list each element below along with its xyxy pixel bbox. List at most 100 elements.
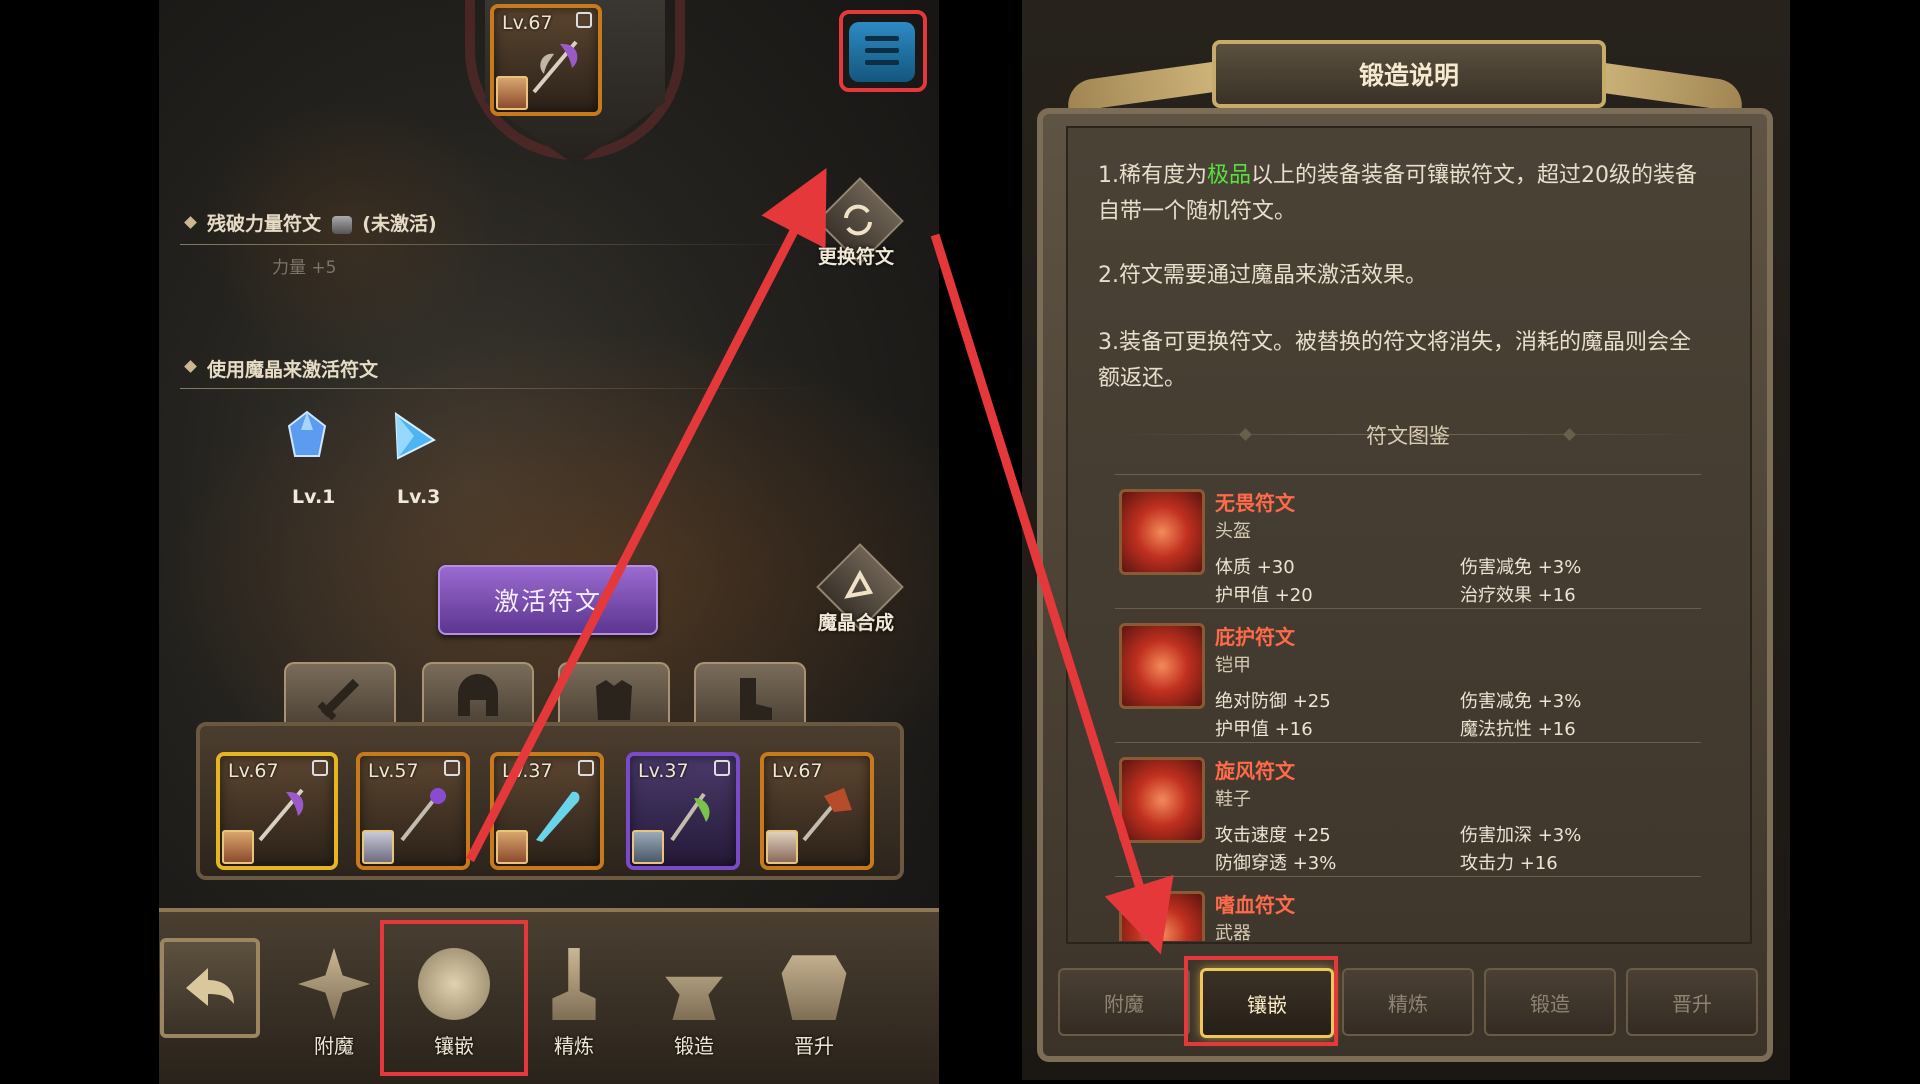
slot-tab-helmet[interactable] [422, 662, 534, 726]
rose-rune-icon [1119, 623, 1205, 709]
rune-name: 残破力量符文 [207, 213, 322, 235]
crystal-lv1-icon[interactable] [285, 410, 329, 462]
codex-title: 符文图鉴 [1366, 424, 1450, 448]
info-paragraph-2: 2.符文需要通过魔晶来激活效果。 [1098, 263, 1427, 288]
hero-avatar [222, 830, 254, 864]
rune-entry: 无畏符文 头盔 体质 +30 伤害减免 +3% 护甲值 +20 治疗效果 +16 [1115, 474, 1701, 609]
slot-tab-boots[interactable] [694, 662, 806, 726]
tab-enchant[interactable]: 附魔 [1058, 968, 1190, 1036]
equipment-level: Lv.37 [638, 760, 689, 782]
sword-icon [317, 678, 360, 721]
activate-rune-button[interactable]: 激活符文 [438, 565, 658, 635]
equipment-card[interactable]: Lv.67 [760, 752, 874, 870]
nav-forge[interactable]: 锻造 [644, 930, 744, 1075]
tab-forge[interactable]: 锻造 [1484, 968, 1616, 1036]
rose-rune-icon [1119, 891, 1205, 941]
rune-stat: 力量 +5 [272, 258, 337, 278]
slot-tab-armor[interactable] [558, 662, 670, 726]
highlight-box [1184, 956, 1338, 1046]
ice-sword-icon [536, 791, 580, 842]
rose-rune-icon [1119, 489, 1205, 575]
lock-icon [444, 760, 460, 776]
info-text: 1.稀有度为 [1098, 163, 1207, 188]
back-button[interactable] [160, 938, 260, 1038]
rune-stat: 护甲值 +20 [1215, 585, 1313, 606]
rune-stat: 绝对防御 +25 [1215, 691, 1331, 712]
nav-refine[interactable]: 精炼 [524, 930, 624, 1075]
rune-stat: 护甲值 +16 [1215, 719, 1313, 740]
forge-icon [665, 976, 723, 1020]
rune-stat: 攻击力 +16 [1460, 853, 1558, 874]
crystal-lv1-label: Lv.1 [292, 486, 336, 508]
rune-status: (未激活) [362, 213, 437, 235]
crystal-lv3-label: Lv.3 [397, 486, 441, 508]
nav-enchant[interactable]: 附魔 [284, 930, 384, 1075]
nav-promote-label: 晋升 [794, 1034, 834, 1058]
armor-icon [596, 680, 632, 720]
axe-weapon-icon [532, 40, 578, 94]
lock-icon [578, 760, 594, 776]
rune-name: 无畏符文 [1215, 491, 1295, 515]
selected-equipment-card[interactable]: Lv.67 [490, 4, 602, 116]
crystal-synthesis-label[interactable]: 魔晶合成 [818, 608, 894, 635]
activate-section-title: 使用魔晶来激活符文 [207, 359, 379, 381]
crystal-lv3-icon[interactable] [392, 410, 436, 462]
lock-icon [312, 760, 328, 776]
nav-refine-label: 精炼 [554, 1034, 594, 1058]
equipment-level: Lv.67 [502, 12, 553, 34]
equipment-level: Lv.67 [228, 760, 279, 782]
rune-slot: 鞋子 [1215, 789, 1251, 810]
staff-weapon-icon [400, 788, 446, 842]
equipment-card[interactable]: Lv.37 [490, 752, 604, 870]
back-arrow-icon [186, 968, 234, 1006]
nav-enchant-label: 附魔 [314, 1034, 354, 1058]
nav-promote[interactable]: 晋升 [764, 930, 864, 1075]
tab-promote[interactable]: 晋升 [1626, 968, 1758, 1036]
rune-stat: 伤害减免 +3% [1460, 557, 1582, 578]
rune-entry: 嗜血符文 武器 [1115, 876, 1701, 941]
rune-stat: 魔法抗性 +16 [1460, 719, 1576, 740]
promote-icon [781, 955, 847, 1020]
equipment-level: Lv.67 [772, 760, 823, 782]
rune-entry: 旋风符文 鞋子 攻击速度 +25 伤害加深 +3% 防御穿透 +3% 攻击力 +… [1115, 742, 1701, 877]
rune-slot: 铠甲 [1215, 655, 1251, 676]
rune-name: 庇护符文 [1215, 625, 1295, 649]
equipment-card[interactable]: Lv.67 [216, 752, 338, 870]
slot-tab-weapon[interactable] [284, 662, 396, 726]
tab-refine[interactable]: 精炼 [1342, 968, 1474, 1036]
equipment-level: Lv.57 [368, 760, 419, 782]
synthesis-icon [844, 569, 874, 599]
helmet-icon [458, 674, 498, 716]
green-axe-icon [670, 792, 710, 842]
highlight-box [380, 920, 528, 1076]
background-glow [159, 330, 939, 750]
rune-name: 嗜血符文 [1215, 893, 1295, 917]
rune-stat: 伤害加深 +3% [1460, 825, 1582, 846]
info-paragraph-3: 3.装备可更换符文。被替换的符文将消失，消耗的魔晶则会全额返还。 [1098, 330, 1691, 391]
rune-stat: 防御穿透 +3% [1215, 853, 1337, 874]
enchant-icon [298, 948, 370, 1020]
forge-info-button[interactable] [849, 22, 915, 82]
rune-slot: 武器 [1215, 923, 1251, 941]
lock-icon [576, 12, 592, 28]
rarity-highlight: 极品 [1207, 163, 1252, 188]
boot-icon [740, 678, 772, 720]
nav-forge-label: 锻造 [674, 1034, 714, 1058]
panel-title: 锻造说明 [1212, 40, 1606, 108]
rune-stat: 攻击速度 +25 [1215, 825, 1331, 846]
equipment-card[interactable]: Lv.37 [626, 752, 740, 870]
rose-rune-icon [1119, 757, 1205, 843]
change-rune-label[interactable]: 更换符文 [818, 242, 894, 269]
rune-entry: 庇护符文 铠甲 绝对防御 +25 伤害减免 +3% 护甲值 +16 魔法抗性 +… [1115, 608, 1701, 743]
rune-stat: 伤害减免 +3% [1460, 691, 1582, 712]
hero-avatar [496, 76, 528, 110]
hero-avatar [766, 830, 798, 864]
codex-divider: 符文图鉴 [1115, 420, 1701, 450]
divider [180, 388, 820, 389]
hero-avatar [362, 830, 394, 864]
refine-icon [552, 948, 596, 1020]
swap-icon [844, 204, 872, 236]
hero-avatar [496, 830, 528, 864]
rune-stone-icon [331, 215, 352, 234]
equipment-card[interactable]: Lv.57 [356, 752, 470, 870]
